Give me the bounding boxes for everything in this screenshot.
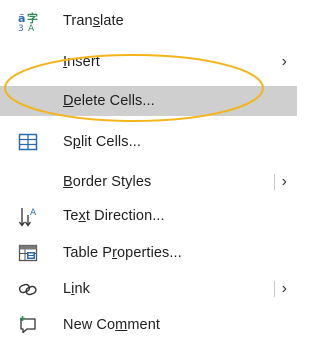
text-direction-icon: A bbox=[18, 206, 38, 227]
split-separator bbox=[274, 174, 275, 190]
menu-item-table-properties[interactable]: Table Properties... bbox=[0, 238, 297, 268]
menu-item-translate[interactable]: ã 字 3 A Translate bbox=[0, 6, 297, 36]
menu-item-label: Insert bbox=[63, 54, 100, 70]
link-icon bbox=[18, 279, 38, 299]
new-comment-icon bbox=[18, 315, 38, 335]
menu-item-text-direction[interactable]: A Text Direction... bbox=[0, 201, 297, 231]
menu-item-new-comment[interactable]: New Comment bbox=[0, 310, 297, 340]
menu-item-label: Link bbox=[63, 281, 91, 297]
svg-text:A: A bbox=[28, 24, 35, 31]
svg-text:3: 3 bbox=[18, 24, 24, 31]
split-cells-icon bbox=[18, 132, 38, 152]
menu-item-label: Translate bbox=[63, 13, 124, 29]
menu-item-border-styles[interactable]: Border Styles › bbox=[0, 167, 297, 197]
submenu-chevron-icon[interactable]: › bbox=[282, 173, 287, 191]
menu-item-link[interactable]: Link › bbox=[0, 274, 297, 304]
menu-item-insert[interactable]: Insert › bbox=[0, 47, 297, 77]
menu-item-label: Delete Cells... bbox=[63, 93, 155, 109]
menu-item-split-cells[interactable]: Split Cells... bbox=[0, 127, 297, 157]
submenu-chevron-icon[interactable]: › bbox=[282, 280, 287, 298]
menu-item-label: Split Cells... bbox=[63, 134, 141, 150]
svg-text:字: 字 bbox=[27, 11, 38, 25]
menu-item-label: Table Properties... bbox=[63, 245, 182, 261]
menu-item-label: Text Direction... bbox=[63, 208, 165, 224]
context-menu: ã 字 3 A Translate Insert › Delete Cells.… bbox=[0, 0, 297, 344]
submenu-chevron-icon: › bbox=[281, 53, 287, 70]
table-properties-icon bbox=[18, 243, 38, 263]
menu-item-label: Border Styles bbox=[63, 174, 152, 190]
menu-item-delete-cells[interactable]: Delete Cells... bbox=[0, 86, 297, 116]
split-separator bbox=[274, 281, 275, 297]
menu-item-label: New Comment bbox=[63, 317, 160, 333]
svg-text:A: A bbox=[30, 208, 37, 218]
translate-icon: ã 字 3 A bbox=[18, 11, 38, 34]
